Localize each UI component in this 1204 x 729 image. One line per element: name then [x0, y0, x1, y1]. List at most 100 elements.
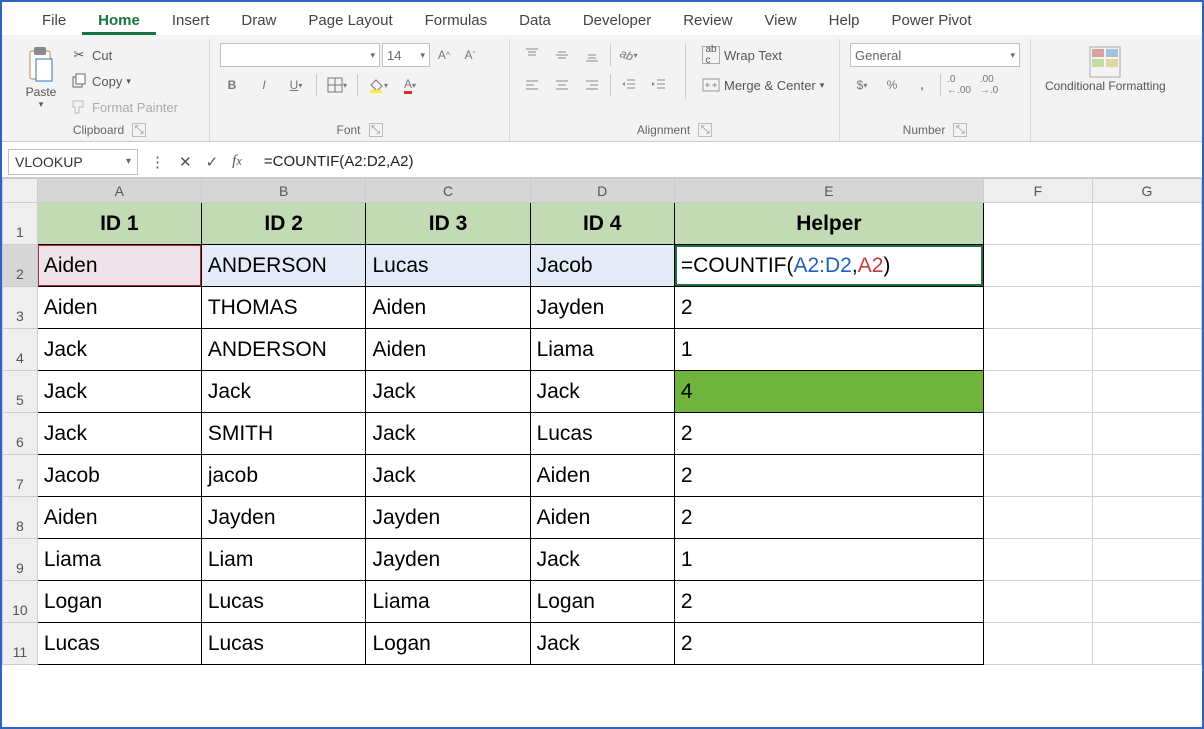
col-head-A[interactable]: A: [37, 179, 201, 203]
align-middle-button[interactable]: [550, 43, 574, 67]
paste-button[interactable]: Paste ▾: [20, 43, 62, 112]
cell-B7[interactable]: jacob: [201, 455, 366, 497]
row-head-5[interactable]: 5: [3, 371, 38, 413]
increase-indent-button[interactable]: [647, 73, 671, 97]
cell-E1[interactable]: Helper: [674, 203, 983, 245]
cell-A2[interactable]: Aiden: [37, 245, 201, 287]
cell-B1[interactable]: ID 2: [201, 203, 366, 245]
cell-G6[interactable]: [1092, 413, 1201, 455]
row-head-2[interactable]: 2: [3, 245, 38, 287]
enter-button[interactable]: ✓: [206, 153, 219, 171]
tab-power-pivot[interactable]: Power Pivot: [876, 6, 988, 35]
cell-C8[interactable]: Jayden: [366, 497, 530, 539]
underline-button[interactable]: U▾: [284, 73, 308, 97]
decrease-decimal-button[interactable]: .00→.0: [977, 73, 1001, 97]
wrap-text-button[interactable]: abc Wrap Text: [700, 43, 826, 67]
tab-developer[interactable]: Developer: [567, 6, 667, 35]
cell-F7[interactable]: [983, 455, 1092, 497]
borders-button[interactable]: ▾: [325, 73, 349, 97]
row-head-7[interactable]: 7: [3, 455, 38, 497]
cell-A3[interactable]: Aiden: [37, 287, 201, 329]
cell-B5[interactable]: Jack: [201, 371, 366, 413]
dialog-launcher-icon[interactable]: ⤡: [953, 123, 967, 137]
row-head-1[interactable]: 1: [3, 203, 38, 245]
tab-formulas[interactable]: Formulas: [409, 6, 504, 35]
comma-button[interactable]: ,: [910, 73, 934, 97]
cell-B2[interactable]: ANDERSON: [201, 245, 366, 287]
fx-button[interactable]: fx: [232, 153, 242, 170]
cell-A4[interactable]: Jack: [37, 329, 201, 371]
cell-G10[interactable]: [1092, 581, 1201, 623]
row-head-9[interactable]: 9: [3, 539, 38, 581]
col-head-B[interactable]: B: [201, 179, 366, 203]
font-family-combo[interactable]: ▾: [220, 43, 380, 67]
row-head-3[interactable]: 3: [3, 287, 38, 329]
cell-D11[interactable]: Jack: [530, 623, 674, 665]
cell-G3[interactable]: [1092, 287, 1201, 329]
formula-input[interactable]: =COUNTIF(A2:D2,A2): [252, 153, 1202, 170]
col-head-F[interactable]: F: [983, 179, 1092, 203]
tab-home[interactable]: Home: [82, 6, 156, 35]
cell-E8[interactable]: 2: [674, 497, 983, 539]
align-center-button[interactable]: [550, 73, 574, 97]
select-all-corner[interactable]: [3, 179, 38, 203]
tab-help[interactable]: Help: [813, 6, 876, 35]
cell-F4[interactable]: [983, 329, 1092, 371]
cell-F1[interactable]: [983, 203, 1092, 245]
cell-C1[interactable]: ID 3: [366, 203, 530, 245]
italic-button[interactable]: I: [252, 73, 276, 97]
cell-F10[interactable]: [983, 581, 1092, 623]
percent-button[interactable]: %: [880, 73, 904, 97]
cell-E7[interactable]: 2: [674, 455, 983, 497]
merge-center-button[interactable]: Merge & Center ▾: [700, 73, 826, 97]
cell-F9[interactable]: [983, 539, 1092, 581]
cell-D1[interactable]: ID 4: [530, 203, 674, 245]
cell-A5[interactable]: Jack: [37, 371, 201, 413]
cell-C10[interactable]: Liama: [366, 581, 530, 623]
cell-B3[interactable]: THOMAS: [201, 287, 366, 329]
font-grow-button[interactable]: A^: [432, 43, 456, 67]
worksheet-grid[interactable]: A B C D E F G 1 ID 1 ID 2 ID 3 ID 4 Help…: [2, 178, 1202, 665]
tab-page-layout[interactable]: Page Layout: [292, 6, 408, 35]
cell-D10[interactable]: Logan: [530, 581, 674, 623]
cell-F3[interactable]: [983, 287, 1092, 329]
cell-A8[interactable]: Aiden: [37, 497, 201, 539]
number-format-combo[interactable]: General▾: [850, 43, 1020, 67]
tab-draw[interactable]: Draw: [225, 6, 292, 35]
tab-insert[interactable]: Insert: [156, 6, 226, 35]
cell-A10[interactable]: Logan: [37, 581, 201, 623]
col-head-G[interactable]: G: [1092, 179, 1201, 203]
dialog-launcher-icon[interactable]: ⤡: [369, 123, 383, 137]
cell-G1[interactable]: [1092, 203, 1201, 245]
cell-A11[interactable]: Lucas: [37, 623, 201, 665]
align-left-button[interactable]: [520, 73, 544, 97]
row-head-8[interactable]: 8: [3, 497, 38, 539]
cell-C5[interactable]: Jack: [366, 371, 530, 413]
cell-E6[interactable]: 2: [674, 413, 983, 455]
fill-color-button[interactable]: ▾: [366, 73, 390, 97]
col-head-E[interactable]: E: [674, 179, 983, 203]
cell-B11[interactable]: Lucas: [201, 623, 366, 665]
font-color-button[interactable]: A▾: [398, 73, 422, 97]
cell-G5[interactable]: [1092, 371, 1201, 413]
align-top-button[interactable]: [520, 43, 544, 67]
cell-D6[interactable]: Lucas: [530, 413, 674, 455]
row-head-6[interactable]: 6: [3, 413, 38, 455]
cell-F11[interactable]: [983, 623, 1092, 665]
cell-E9[interactable]: 1: [674, 539, 983, 581]
cell-G9[interactable]: [1092, 539, 1201, 581]
cell-A6[interactable]: Jack: [37, 413, 201, 455]
cell-C3[interactable]: Aiden: [366, 287, 530, 329]
cell-D7[interactable]: Aiden: [530, 455, 674, 497]
cell-C9[interactable]: Jayden: [366, 539, 530, 581]
tab-data[interactable]: Data: [503, 6, 567, 35]
dialog-launcher-icon[interactable]: ⤡: [698, 123, 712, 137]
cell-G7[interactable]: [1092, 455, 1201, 497]
cell-F5[interactable]: [983, 371, 1092, 413]
cell-D8[interactable]: Aiden: [530, 497, 674, 539]
cell-F6[interactable]: [983, 413, 1092, 455]
cell-C7[interactable]: Jack: [366, 455, 530, 497]
row-head-10[interactable]: 10: [3, 581, 38, 623]
tab-review[interactable]: Review: [667, 6, 748, 35]
bold-button[interactable]: B: [220, 73, 244, 97]
